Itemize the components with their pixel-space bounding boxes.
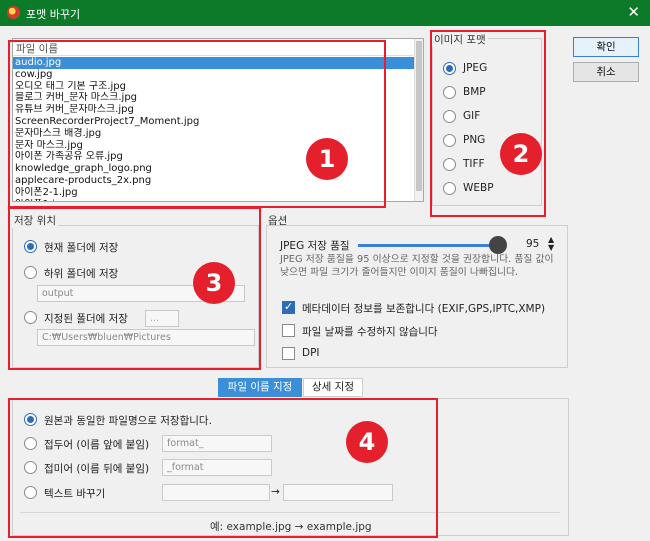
cancel-button[interactable]: 취소 <box>573 62 639 82</box>
file-list-item[interactable]: 아이폰 가족공유 오류.jpg <box>13 151 416 163</box>
quality-spinner-icon[interactable]: ▲ ▼ <box>548 236 554 252</box>
file-list-item[interactable]: ScreenRecorderProject7_Moment.jpg <box>13 116 416 128</box>
jpeg-quality-label: JPEG 저장 품질 <box>280 240 350 252</box>
radio-sub-folder[interactable] <box>24 266 37 279</box>
ok-button[interactable]: 확인 <box>573 37 639 57</box>
radio-specified-folder[interactable] <box>24 311 37 324</box>
window-title: 포맷 바꾸기 <box>26 8 81 21</box>
replace-from-input[interactable] <box>162 484 270 501</box>
scrollbar-thumb[interactable] <box>416 41 422 191</box>
file-list-item[interactable]: audio.jpg <box>13 57 416 69</box>
file-list-item[interactable]: 오디오 태그 기본 구조.jpg <box>13 81 416 93</box>
file-list-item[interactable]: 아이폰2-1.jpg <box>13 187 416 199</box>
dpi-label: DPI <box>302 347 320 359</box>
title-bar: 포맷 바꾸기 ✕ <box>0 0 650 26</box>
file-list-item[interactable]: cow.jpg <box>13 69 416 81</box>
radio-format-webp[interactable] <box>443 182 456 195</box>
save-location-label: 저장 위치 <box>12 213 58 228</box>
format-label-gif: GIF <box>463 110 481 122</box>
keep-metadata-label: 메타데이터 정보를 보존합니다 (EXIF,GPS,IPTC,XMP) <box>302 303 546 315</box>
no-date-change-checkbox[interactable] <box>282 324 295 337</box>
file-list-item[interactable]: 아이폰1.jpg <box>13 199 416 201</box>
no-date-change-label: 파일 날짜를 수정하지 않습니다 <box>302 326 438 338</box>
file-list-scrollbar[interactable] <box>414 39 423 201</box>
tab-naming[interactable]: 파일 이름 지정 <box>218 378 302 397</box>
format-label-webp: WEBP <box>463 182 494 194</box>
naming-divider <box>20 512 560 513</box>
replace-to-input[interactable] <box>283 484 393 501</box>
quality-slider-handle[interactable] <box>488 236 507 254</box>
specified-folder-path[interactable]: C:₩Users₩bluen₩Pictures <box>37 329 255 346</box>
annotation-badge-4: 4 <box>346 421 388 463</box>
radio-format-gif[interactable] <box>443 110 456 123</box>
radio-format-jpeg[interactable] <box>443 62 456 75</box>
arrow-icon: → <box>271 486 280 498</box>
annotation-badge-1: 1 <box>306 138 348 180</box>
specified-folder-label: 지정된 폴더에 저장 <box>44 313 128 325</box>
radio-same-name[interactable] <box>24 413 37 426</box>
sub-folder-label: 하위 폴더에 저장 <box>44 268 119 280</box>
browse-button[interactable]: ... <box>145 310 179 327</box>
image-format-label: 이미지 포맷 <box>432 32 488 47</box>
file-list-item[interactable]: 문자 마스크.jpg <box>13 140 416 152</box>
quality-value[interactable]: 95 <box>526 238 539 250</box>
radio-suffix[interactable] <box>24 461 37 474</box>
dpi-checkbox[interactable] <box>282 347 295 360</box>
format-label-png: PNG <box>463 134 486 146</box>
format-label-tiff: TIFF <box>463 158 485 170</box>
file-list-header[interactable]: 파일 이름 <box>13 39 413 56</box>
quality-slider-track[interactable] <box>358 244 505 247</box>
prefix-input[interactable]: format_ <box>162 435 272 452</box>
annotation-badge-2: 2 <box>500 133 542 175</box>
app-icon <box>7 6 20 19</box>
radio-format-bmp[interactable] <box>443 86 456 99</box>
annotation-badge-3: 3 <box>193 262 235 304</box>
file-list-item[interactable]: knowledge_graph_logo.png <box>13 163 416 175</box>
suffix-label: 접미어 (이름 뒤에 붙임) <box>44 463 150 475</box>
file-list-rows: audio.jpg cow.jpg 오디오 태그 기본 구조.jpg 블로그 커버_문… <box>13 57 416 201</box>
file-list-item[interactable]: 블로그 커버_문자 마스크.jpg <box>13 92 416 104</box>
keep-metadata-checkbox[interactable] <box>282 300 295 314</box>
suffix-input[interactable]: _format <box>162 459 272 476</box>
file-list-item[interactable]: applecare-products_2x.png <box>13 175 416 187</box>
radio-prefix[interactable] <box>24 437 37 450</box>
format-label-bmp: BMP <box>463 86 486 98</box>
radio-current-folder[interactable] <box>24 240 37 253</box>
radio-format-png[interactable] <box>443 134 456 147</box>
file-list-item[interactable]: 문자마스크 배경.jpg <box>13 128 416 140</box>
format-label-jpeg: JPEG <box>463 62 488 74</box>
radio-replace-text[interactable] <box>24 486 37 499</box>
naming-example: 예: example.jpg → example.jpg <box>210 521 372 533</box>
same-name-label: 원본과 동일한 파일명으로 저장합니다. <box>44 415 212 427</box>
file-list-item[interactable]: 유튜브 커버_문자마스크.jpg <box>13 104 416 116</box>
prefix-label: 접두어 (이름 앞에 붙임) <box>44 439 150 451</box>
file-list[interactable]: 파일 이름 audio.jpg cow.jpg 오디오 태그 기본 구조.jpg 블로… <box>12 38 424 202</box>
replace-text-label: 텍스트 바꾸기 <box>44 488 106 500</box>
radio-format-tiff[interactable] <box>443 158 456 171</box>
close-icon[interactable]: ✕ <box>627 3 640 21</box>
current-folder-label: 현재 폴더에 저장 <box>44 242 119 254</box>
tab-detail[interactable]: 상세 지정 <box>303 378 363 397</box>
quality-note: JPEG 저장 품질을 95 이상으로 지정할 것을 권장합니다. 품질 값이 … <box>280 254 554 278</box>
